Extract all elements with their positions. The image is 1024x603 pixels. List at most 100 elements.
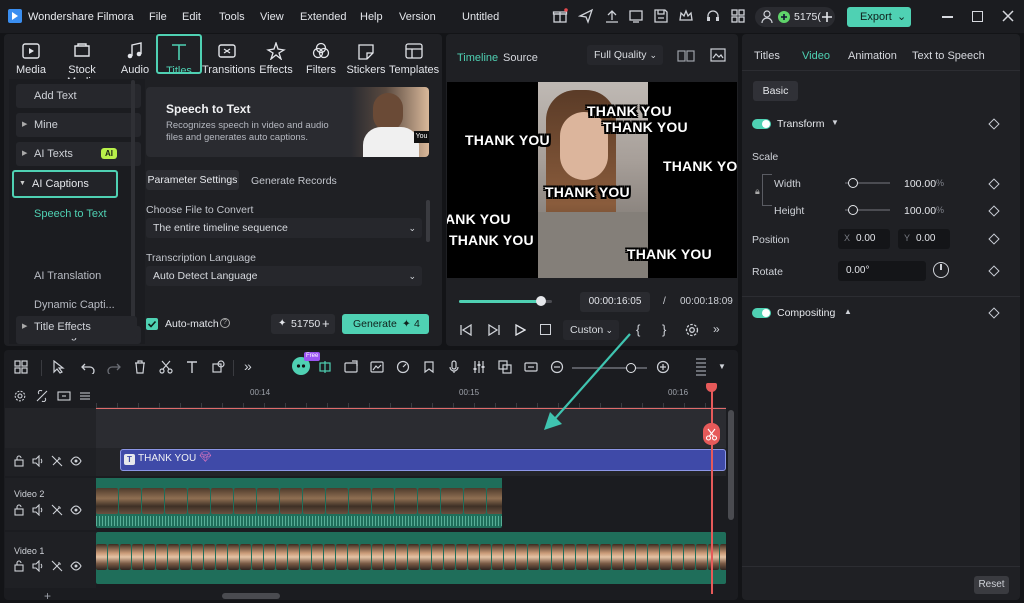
track-audio-icon[interactable] bbox=[32, 560, 44, 572]
compositing-toggle[interactable] bbox=[752, 308, 771, 318]
timeline-vscroll-thumb[interactable] bbox=[728, 410, 734, 520]
video1-clip[interactable] bbox=[96, 532, 726, 584]
microphone-icon[interactable] bbox=[447, 360, 463, 376]
width-slider-knob[interactable] bbox=[848, 178, 858, 188]
prev-frame-icon[interactable] bbox=[459, 324, 473, 336]
help-icon[interactable]: ? bbox=[220, 318, 230, 328]
quality-select[interactable]: Full Quality ⌄ bbox=[587, 45, 663, 65]
fit-timeline-icon[interactable] bbox=[524, 360, 540, 376]
close-icon[interactable] bbox=[1001, 9, 1015, 23]
more-chevrons-icon[interactable]: » bbox=[713, 322, 720, 336]
image-edit-icon[interactable] bbox=[370, 360, 386, 376]
preview-tab-source[interactable]: Source bbox=[503, 52, 538, 64]
replace-clip-icon[interactable] bbox=[498, 360, 514, 376]
caret-up-icon[interactable]: ▲ bbox=[844, 307, 852, 316]
prop-tab-video[interactable]: Video bbox=[802, 50, 830, 62]
layout-grid-icon[interactable] bbox=[14, 360, 30, 376]
menu-extended[interactable]: Extended bbox=[300, 11, 346, 23]
playback-progress-track[interactable] bbox=[459, 296, 552, 306]
menu-file[interactable]: File bbox=[149, 11, 167, 23]
sidebar-add-text[interactable]: Add Text bbox=[16, 84, 141, 108]
track-effects-off-icon[interactable] bbox=[51, 560, 63, 572]
track-lock-icon[interactable] bbox=[14, 455, 26, 467]
height-slider[interactable] bbox=[845, 205, 890, 215]
sidebar-ai-translation[interactable]: AI Translation bbox=[34, 270, 101, 282]
tab-generate-records[interactable]: Generate Records bbox=[251, 175, 337, 187]
headset-icon[interactable] bbox=[705, 8, 723, 26]
play-icon[interactable] bbox=[514, 324, 526, 336]
basic-tab[interactable]: Basic bbox=[753, 81, 798, 101]
compare-view-icon[interactable] bbox=[677, 50, 695, 62]
apps-grid-icon[interactable] bbox=[730, 8, 748, 26]
rotate-input[interactable]: 0.00° bbox=[838, 261, 926, 281]
menu-tools[interactable]: Tools bbox=[219, 11, 245, 23]
sidebar-scrollbar[interactable] bbox=[131, 80, 135, 335]
prop-tab-titles[interactable]: Titles bbox=[754, 50, 780, 62]
tab-effects[interactable]: Effects bbox=[253, 40, 299, 76]
crown-icon[interactable] bbox=[678, 8, 696, 26]
tab-templates[interactable]: Templates bbox=[389, 40, 439, 76]
speed-icon[interactable] bbox=[396, 360, 412, 376]
menu-view[interactable]: View bbox=[260, 11, 284, 23]
mark-out-icon[interactable]: } bbox=[662, 322, 666, 337]
maximize-icon[interactable] bbox=[972, 11, 983, 22]
settings-scrollbar[interactable] bbox=[426, 200, 430, 242]
preview-tab-timeline[interactable]: Timeline bbox=[457, 52, 498, 64]
audio-mixer-icon[interactable] bbox=[472, 360, 488, 376]
sidebar-title-effects[interactable]: ▶ Title Effects bbox=[16, 316, 137, 338]
sidebar-ai-captions[interactable]: ▼ AI Captions bbox=[12, 170, 118, 198]
auto-match-checkbox[interactable] bbox=[146, 318, 158, 330]
video2-clip[interactable] bbox=[96, 478, 502, 528]
minimize-icon[interactable] bbox=[942, 16, 953, 18]
track-audio-icon[interactable] bbox=[32, 504, 44, 516]
marker-icon[interactable] bbox=[422, 360, 438, 376]
current-time[interactable]: 00:00:16:05 bbox=[580, 292, 650, 312]
keyframe-diamond-icon[interactable] bbox=[988, 118, 1000, 130]
tab-parameter-settings[interactable]: Parameter Settings bbox=[146, 170, 239, 190]
tab-media[interactable]: Media bbox=[8, 40, 54, 76]
keyframe-diamond-icon[interactable] bbox=[988, 307, 1000, 319]
playback-scrubber[interactable] bbox=[535, 296, 546, 306]
split-scissors-marker-icon[interactable] bbox=[703, 423, 720, 445]
tab-filters[interactable]: Filters bbox=[298, 40, 344, 76]
next-frame-icon[interactable] bbox=[487, 324, 501, 336]
snapshot-icon[interactable] bbox=[710, 48, 726, 62]
title-clip[interactable]: T THANK YOU 💎︎ bbox=[120, 449, 726, 471]
more-tools-chevrons-icon[interactable]: » bbox=[244, 358, 252, 374]
keyframe-diamond-icon[interactable] bbox=[988, 205, 1000, 217]
redo-icon[interactable] bbox=[107, 360, 123, 376]
gift-icon[interactable] bbox=[552, 8, 570, 26]
generate-button[interactable]: Generate ✦ 4 bbox=[342, 314, 429, 334]
rotate-dial-icon[interactable] bbox=[933, 262, 949, 278]
track-visibility-icon[interactable] bbox=[70, 504, 82, 516]
add-track-plus-icon[interactable]: + bbox=[44, 589, 51, 603]
track-layout-icon[interactable] bbox=[79, 390, 91, 402]
track-lock-icon[interactable] bbox=[14, 504, 26, 516]
sidebar-mine[interactable]: ▶ Mine bbox=[16, 113, 141, 137]
delete-icon[interactable] bbox=[133, 360, 149, 376]
menu-edit[interactable]: Edit bbox=[182, 11, 201, 23]
keyframe-diamond-icon[interactable] bbox=[988, 265, 1000, 277]
height-slider-knob[interactable] bbox=[848, 205, 858, 215]
tab-audio[interactable]: Audio bbox=[112, 40, 158, 76]
screen-icon[interactable] bbox=[628, 8, 646, 26]
credits-pill[interactable]: ✦ 51750 + bbox=[271, 314, 335, 334]
add-credits-icon[interactable] bbox=[821, 10, 833, 24]
menu-help[interactable]: Help bbox=[360, 11, 383, 23]
sidebar-ai-texts[interactable]: ▶ AI Texts AI bbox=[16, 142, 141, 166]
caret-down-icon[interactable]: ▼ bbox=[718, 362, 726, 371]
split-scissors-icon[interactable] bbox=[159, 360, 175, 376]
playhead-line[interactable] bbox=[711, 384, 713, 594]
track-lock-icon[interactable] bbox=[14, 560, 26, 572]
reset-button[interactable]: Reset bbox=[974, 576, 1009, 594]
export-button[interactable]: Export ⌄ bbox=[847, 7, 911, 27]
lock-icon[interactable]: 🔒︎ bbox=[755, 186, 760, 197]
tab-titles[interactable]: Titles bbox=[156, 34, 202, 77]
track-visibility-icon[interactable] bbox=[70, 455, 82, 467]
width-value[interactable]: 100.00 bbox=[904, 178, 936, 190]
menu-version[interactable]: Version bbox=[399, 11, 436, 23]
keyframe-diamond-icon[interactable] bbox=[988, 233, 1000, 245]
zoom-in-icon[interactable] bbox=[656, 360, 672, 376]
width-slider[interactable] bbox=[845, 178, 890, 188]
sidebar-dynamic-captions[interactable]: Dynamic Capti... bbox=[34, 299, 115, 311]
